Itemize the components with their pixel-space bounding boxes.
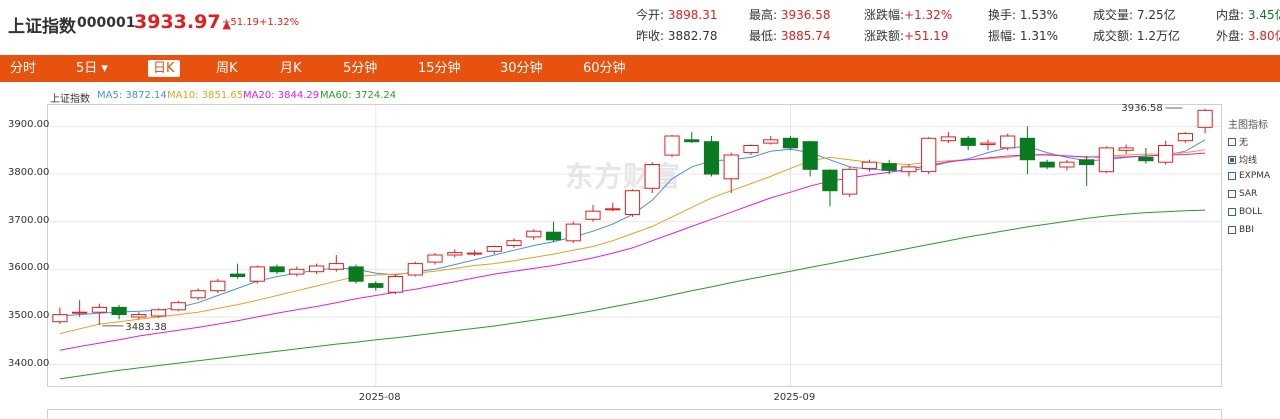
- quote-turnover: 换手: 1.53%: [988, 6, 1058, 23]
- tab-30min-label: 30分钟: [500, 61, 543, 76]
- quote-turnover-label: 换手:: [988, 8, 1017, 22]
- tab-daily-k-label: 日K: [148, 60, 180, 77]
- tab-monthly-k-label: 月K: [280, 61, 302, 76]
- tab-weekly-k[interactable]: 周K: [216, 55, 238, 82]
- indicator-option[interactable]: 无: [1228, 135, 1248, 148]
- checkbox-icon[interactable]: [1228, 155, 1236, 164]
- tab-intraday[interactable]: 分时: [10, 55, 36, 82]
- quote-high-value: 3936.58: [780, 8, 831, 22]
- indicator-option[interactable]: EXPMA: [1228, 171, 1270, 181]
- legend-ma60: MA60: 3724.24: [320, 90, 397, 101]
- quote-prev-close: 昨收: 3882.78: [636, 27, 718, 44]
- quote-amplitude-value: 1.31%: [1019, 29, 1058, 43]
- indicator-option-label: SAR: [1239, 189, 1258, 199]
- indicator-panel-title: 主图指标: [1228, 120, 1268, 131]
- tab-monthly-k[interactable]: 月K: [280, 55, 302, 82]
- index-name: 上证指数: [8, 17, 76, 37]
- quote-outer-label: 外盘:: [1216, 29, 1245, 43]
- tab-15min[interactable]: 15分钟: [418, 55, 461, 82]
- tab-weekly-k-label: 周K: [216, 61, 238, 76]
- tab-5day[interactable]: 5日 ▾: [76, 55, 108, 82]
- y-tick-label: 3400.00: [8, 357, 50, 369]
- quote-low-label: 最低:: [749, 29, 778, 43]
- quote-chg-amt-label: 涨跌额:: [864, 29, 905, 43]
- quote-high: 最高: 3936.58: [749, 6, 831, 23]
- quote-amount-value: 1.2万亿: [1136, 29, 1180, 43]
- quote-volume: 成交量: 7.25亿: [1093, 6, 1176, 23]
- period-tabs: 分时 5日 ▾ 日K 周K 月K 5分钟 15分钟 30分钟 60分钟: [0, 55, 1280, 82]
- indicator-option[interactable]: SAR: [1228, 189, 1257, 199]
- quote-amount-label: 成交额:: [1093, 29, 1134, 43]
- checkbox-icon[interactable]: [1228, 226, 1236, 234]
- quote-amplitude-label: 振幅:: [988, 29, 1017, 43]
- y-tick-label: 3600.00: [8, 262, 50, 274]
- indicator-option-label: 无: [1239, 138, 1249, 148]
- kline-chart-frame: [47, 104, 1222, 387]
- watermark: 东方财富: [565, 160, 682, 193]
- quote-inner-value: 3.45亿: [1247, 8, 1280, 22]
- index-price-value: 3933.97: [134, 11, 221, 33]
- tab-30min[interactable]: 30分钟: [500, 55, 543, 82]
- tab-5min[interactable]: 5分钟: [343, 55, 377, 82]
- index-change: +51.19: [222, 17, 260, 28]
- quote-chg-pct-label: 涨跌幅:: [864, 8, 905, 22]
- quote-open: 今开: 3898.31: [636, 6, 718, 23]
- quote-chg-amt-value: +51.19: [904, 29, 949, 43]
- quote-header: 上证指数 000001 3933.97 ▲ +51.19 +1.32% 今开: 3…: [0, 0, 1280, 50]
- tab-5day-label: 5日 ▾: [76, 61, 108, 76]
- x-tick-label: 2025-09: [773, 392, 816, 403]
- indicator-option-label: BBI: [1239, 225, 1255, 235]
- volume-panel: [47, 409, 1222, 419]
- indicator-option-label: EXPMA: [1239, 171, 1271, 181]
- quote-amount: 成交额: 1.2万亿: [1093, 27, 1180, 44]
- checkbox-icon[interactable]: [1228, 137, 1236, 146]
- tab-15min-label: 15分钟: [418, 61, 461, 76]
- quote-chg-pct: 涨跌幅:+1.32%: [864, 6, 952, 23]
- quote-outer: 外盘: 3.80亿: [1216, 27, 1280, 44]
- quote-low-value: 3885.74: [780, 29, 831, 43]
- tab-60min-label: 60分钟: [583, 61, 626, 76]
- tab-intraday-label: 分时: [10, 61, 37, 76]
- checkbox-icon[interactable]: [1228, 208, 1236, 216]
- tab-daily-k[interactable]: 日K: [148, 55, 180, 82]
- y-tick-label: 3900.00: [8, 119, 50, 131]
- quote-turnover-value: 1.53%: [1019, 8, 1058, 22]
- x-tick-label: 2025-08: [358, 392, 401, 403]
- legend-ma10: MA10: 3851.65: [167, 90, 244, 101]
- checkbox-icon[interactable]: [1228, 190, 1236, 198]
- index-change-pct: +1.32%: [259, 17, 300, 28]
- quote-low: 最低: 3885.74: [749, 27, 831, 44]
- legend-ma20: MA20: 3844.29: [243, 90, 320, 101]
- y-tick-label: 3800.00: [8, 167, 50, 179]
- y-tick-label: 3700.00: [8, 214, 50, 226]
- legend-index-name: 上证指数: [50, 94, 90, 105]
- index-price: 3933.97 ▲: [134, 11, 231, 33]
- checkbox-icon[interactable]: [1228, 172, 1236, 180]
- tab-60min[interactable]: 60分钟: [583, 55, 626, 82]
- legend-ma5: MA5: 3872.14: [97, 90, 167, 101]
- quote-prev-close-label: 昨收:: [636, 29, 665, 43]
- quote-prev-close-value: 3882.78: [667, 29, 718, 43]
- indicator-option-label: BOLL: [1239, 207, 1263, 217]
- quote-open-label: 今开:: [636, 8, 665, 22]
- quote-volume-label: 成交量:: [1093, 8, 1134, 22]
- quote-inner-label: 内盘:: [1216, 8, 1245, 22]
- y-tick-label: 3500.00: [8, 309, 50, 321]
- indicator-option-label: 均线: [1239, 156, 1258, 166]
- tab-5min-label: 5分钟: [343, 61, 378, 76]
- quote-chg-pct-value: +1.32%: [904, 8, 953, 22]
- indicator-option[interactable]: 均线: [1228, 153, 1257, 166]
- quote-outer-value: 3.80亿: [1247, 29, 1280, 43]
- indicator-option[interactable]: BBI: [1228, 225, 1254, 235]
- quote-chg-amt: 涨跌额:+51.19: [864, 27, 948, 44]
- quote-volume-value: 7.25亿: [1136, 8, 1176, 22]
- index-code: 000001: [77, 15, 136, 31]
- quote-amplitude: 振幅: 1.31%: [988, 27, 1058, 44]
- indicator-option[interactable]: BOLL: [1228, 207, 1262, 217]
- quote-high-label: 最高:: [749, 8, 778, 22]
- quote-inner: 内盘: 3.45亿: [1216, 6, 1280, 23]
- quote-open-value: 3898.31: [667, 8, 718, 22]
